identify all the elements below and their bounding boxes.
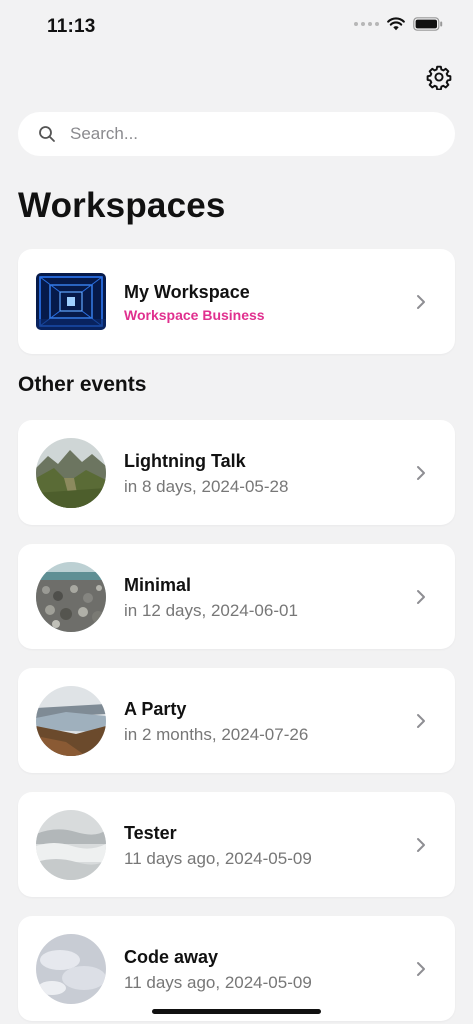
workspace-plan: Workspace Business: [124, 307, 265, 323]
event-card[interactable]: Minimal in 12 days, 2024-06-01: [18, 544, 455, 649]
search-input[interactable]: [68, 123, 412, 145]
signal-dots-icon: [354, 22, 379, 26]
event-name: Lightning Talk: [124, 451, 246, 471]
home-indicator[interactable]: [152, 1009, 321, 1014]
event-name: Code away: [124, 947, 219, 967]
event-date: 11 days ago, 2024-05-09: [124, 973, 312, 992]
event-image-waves: [36, 810, 106, 880]
chevron-right-icon: [417, 295, 425, 309]
battery-icon: [413, 17, 443, 31]
other-events-title: Other events: [18, 373, 147, 396]
event-name: Tester: [124, 823, 177, 843]
gear-icon: [426, 65, 452, 90]
event-date: in 8 days, 2024-05-28: [124, 477, 289, 496]
event-date: in 12 days, 2024-06-01: [124, 601, 298, 620]
status-bar: 11:13: [0, 0, 473, 54]
workspace-name: My Workspace: [124, 282, 250, 302]
wifi-icon: [387, 17, 405, 31]
chevron-right-icon: [417, 962, 425, 976]
workspace-thumbnail: [36, 273, 106, 330]
search-icon: [39, 126, 55, 142]
chevron-right-icon: [417, 714, 425, 728]
settings-button[interactable]: [425, 63, 453, 91]
search-bar[interactable]: [18, 112, 455, 156]
event-name: A Party: [124, 699, 187, 719]
status-time: 11:13: [47, 16, 96, 37]
event-card[interactable]: Tester 11 days ago, 2024-05-09: [18, 792, 455, 897]
event-date: 11 days ago, 2024-05-09: [124, 849, 312, 868]
event-date: in 2 months, 2024-07-26: [124, 725, 309, 744]
event-image-clouds: [36, 934, 106, 1004]
workspace-card[interactable]: My Workspace Workspace Business: [18, 249, 455, 354]
page-title: Workspaces: [18, 186, 226, 225]
chevron-right-icon: [417, 466, 425, 480]
event-card[interactable]: Lightning Talk in 8 days, 2024-05-28: [18, 420, 455, 525]
event-card[interactable]: Code away 11 days ago, 2024-05-09: [18, 916, 455, 1021]
event-image-mountain-valley: [36, 438, 106, 508]
chevron-right-icon: [417, 838, 425, 852]
event-card[interactable]: A Party in 2 months, 2024-07-26: [18, 668, 455, 773]
event-image-pebble-beach: [36, 562, 106, 632]
chevron-right-icon: [417, 590, 425, 604]
event-name: Minimal: [124, 575, 192, 595]
status-icons: [354, 17, 443, 31]
event-image-lake-mountains: [36, 686, 106, 756]
